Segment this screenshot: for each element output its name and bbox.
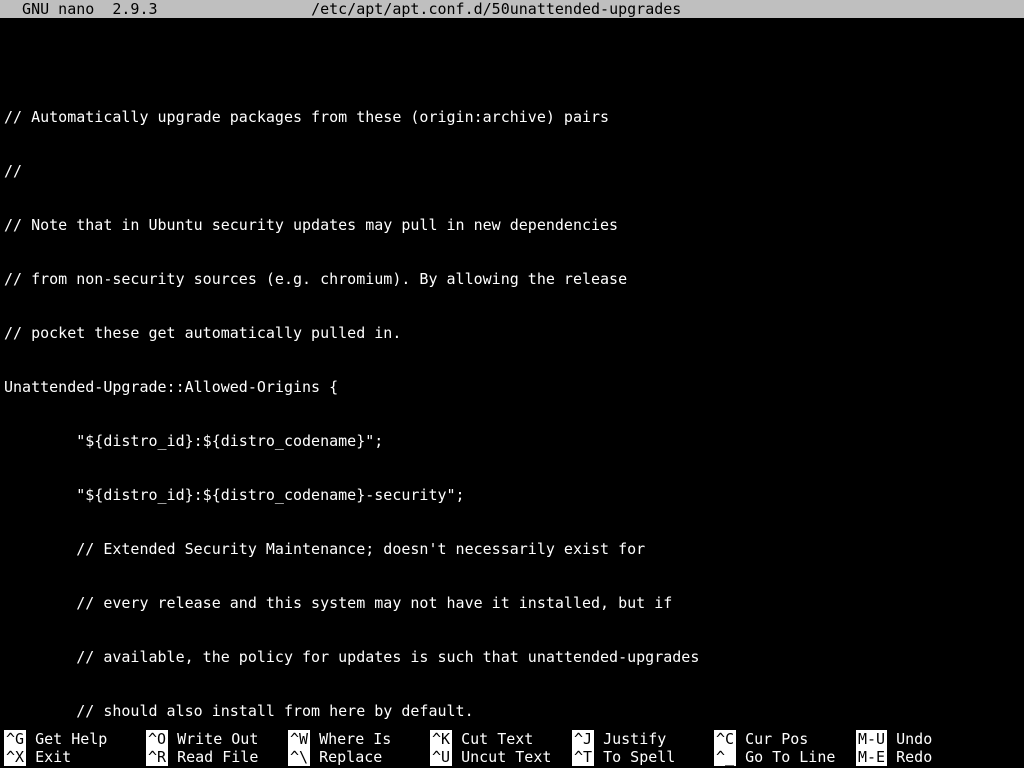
shortcut-label: Justify [594, 730, 666, 748]
shortcut-label: Get Help [26, 730, 107, 748]
shortcut-label: To Spell [594, 748, 675, 766]
code-line: // every release and this system may not… [4, 594, 1020, 612]
shortcut-label: Where Is [310, 730, 391, 748]
shortcut-redo[interactable]: M-ERedo [856, 748, 998, 766]
code-line: // available, the policy for updates is … [4, 648, 1020, 666]
app-name: GNU nano 2.9.3 [0, 0, 158, 18]
shortcut-label: Undo [887, 730, 932, 748]
key-label: ^C [714, 730, 736, 748]
shortcut-where-is[interactable]: ^WWhere Is [288, 730, 430, 748]
key-label: ^K [430, 730, 452, 748]
titlebar: GNU nano 2.9.3 /etc/apt/apt.conf.d/50una… [0, 0, 1024, 18]
key-label: ^O [146, 730, 168, 748]
shortcut-read-file[interactable]: ^RRead File [146, 748, 288, 766]
key-label: ^U [430, 748, 452, 766]
shortcut-label: Cur Pos [736, 730, 808, 748]
shortcut-label: Cut Text [452, 730, 533, 748]
shortcut-label: Uncut Text [452, 748, 551, 766]
key-label: M-E [856, 748, 887, 766]
shortcut-uncut-text[interactable]: ^UUncut Text [430, 748, 572, 766]
shortcut-label: Exit [26, 748, 71, 766]
code-line: // Automatically upgrade packages from t… [4, 108, 1020, 126]
titlebar-spacer [158, 0, 312, 18]
shortcut-exit[interactable]: ^XExit [4, 748, 146, 766]
shortcut-to-spell[interactable]: ^TTo Spell [572, 748, 714, 766]
code-line: // pocket these get automatically pulled… [4, 324, 1020, 342]
shortcut-justify[interactable]: ^JJustify [572, 730, 714, 748]
code-line: // Extended Security Maintenance; doesn'… [4, 540, 1020, 558]
shortcut-bar: ^GGet Help ^OWrite Out ^WWhere Is ^KCut … [0, 730, 1024, 768]
shortcut-label: Read File [168, 748, 258, 766]
key-label: ^W [288, 730, 310, 748]
key-label: ^G [4, 730, 26, 748]
shortcut-cut-text[interactable]: ^KCut Text [430, 730, 572, 748]
code-line: // Note that in Ubuntu security updates … [4, 216, 1020, 234]
code-line: "${distro_id}:${distro_codename}"; [4, 432, 1020, 450]
editor-content[interactable]: // Automatically upgrade packages from t… [0, 18, 1024, 730]
shortcut-replace[interactable]: ^\Replace [288, 748, 430, 766]
shortcut-cur-pos[interactable]: ^CCur Pos [714, 730, 856, 748]
key-label: ^J [572, 730, 594, 748]
shortcut-label: Write Out [168, 730, 258, 748]
blank-line [4, 54, 1020, 72]
key-label: M-U [856, 730, 887, 748]
shortcut-get-help[interactable]: ^GGet Help [4, 730, 146, 748]
shortcut-label: Replace [310, 748, 382, 766]
key-label: ^X [4, 748, 26, 766]
shortcut-label: Go To Line [736, 748, 835, 766]
code-line: // [4, 162, 1020, 180]
key-label: ^R [146, 748, 168, 766]
shortcut-undo[interactable]: M-UUndo [856, 730, 998, 748]
key-label: ^T [572, 748, 594, 766]
shortcut-row-2: ^XExit ^RRead File ^\Replace ^UUncut Tex… [4, 748, 1020, 766]
code-line: Unattended-Upgrade::Allowed-Origins { [4, 378, 1020, 396]
key-label: ^\ [288, 748, 310, 766]
key-label: ^_ [714, 748, 736, 766]
shortcut-write-out[interactable]: ^OWrite Out [146, 730, 288, 748]
shortcut-row-1: ^GGet Help ^OWrite Out ^WWhere Is ^KCut … [4, 730, 1020, 748]
code-line: // from non-security sources (e.g. chrom… [4, 270, 1020, 288]
code-line: "${distro_id}:${distro_codename}-securit… [4, 486, 1020, 504]
file-path: /etc/apt/apt.conf.d/50unattended-upgrade… [311, 0, 681, 18]
shortcut-go-to-line[interactable]: ^_Go To Line [714, 748, 856, 766]
shortcut-label: Redo [887, 748, 932, 766]
code-line: // should also install from here by defa… [4, 702, 1020, 720]
nano-terminal: GNU nano 2.9.3 /etc/apt/apt.conf.d/50una… [0, 0, 1024, 768]
